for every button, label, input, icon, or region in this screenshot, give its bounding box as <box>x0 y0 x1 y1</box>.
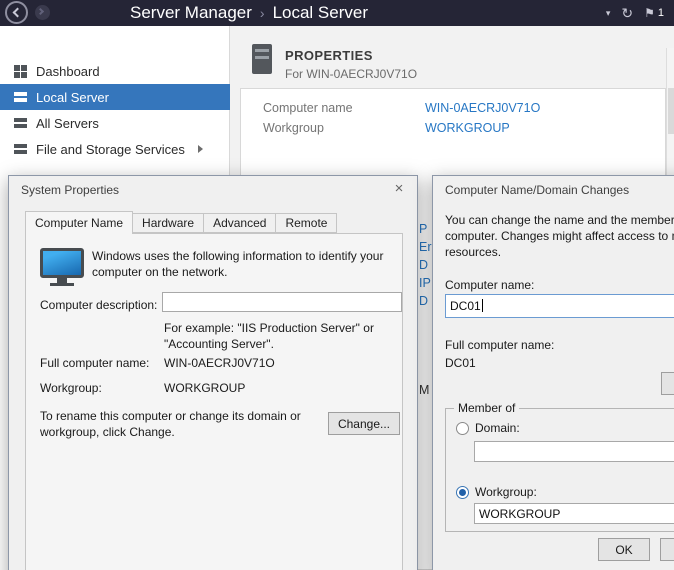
radio-selected-icon <box>456 486 469 499</box>
servers-icon <box>14 117 27 130</box>
back-button[interactable] <box>5 1 28 24</box>
full-computer-name-value: WIN-0AECRJ0V71O <box>164 356 275 370</box>
full-computer-name-label: Full computer name: <box>40 356 149 370</box>
occluded-text-fragment: Er <box>419 240 432 254</box>
radio-label: Workgroup: <box>475 485 537 499</box>
cancel-button[interactable]: Cancel <box>660 538 674 561</box>
property-label: Workgroup <box>263 121 324 135</box>
intro-text: You can change the name and the membersh… <box>445 212 674 261</box>
sidebar-item-dashboard[interactable]: Dashboard <box>0 58 230 84</box>
scrollbar-thumb[interactable] <box>668 88 674 134</box>
occluded-text-fragment: P <box>419 222 427 236</box>
server-slot-decoration <box>255 49 269 52</box>
rename-hint-text: To rename this computer or change its do… <box>40 408 316 440</box>
input-value: DC01 <box>450 299 481 313</box>
header-actions: ▾ ↻ ⚑1 <box>606 0 664 26</box>
refresh-icon[interactable]: ↻ <box>621 5 633 22</box>
member-of-label: Member of <box>454 401 519 415</box>
monitor-screen <box>40 248 84 278</box>
system-properties-dialog: System Properties × Computer Name Hardwa… <box>8 175 418 570</box>
computer-name-input[interactable]: DC01 <box>445 294 674 318</box>
member-of-groupbox: Member of Domain: Workgroup: WORKGROUP <box>445 408 674 532</box>
notifications-flag-icon[interactable]: ⚑1 <box>644 6 664 20</box>
notification-count: 1 <box>658 7 664 19</box>
sidebar-item-all-servers[interactable]: All Servers <box>0 110 230 136</box>
sidebar-item-local-server[interactable]: Local Server <box>0 84 230 110</box>
tab-strip: Computer Name Hardware Advanced Remote <box>25 210 336 233</box>
app-title: Server Manager <box>130 3 252 22</box>
computer-description-label: Computer description: <box>40 298 157 312</box>
property-label: Computer name <box>263 101 353 115</box>
change-button[interactable]: Change... <box>328 412 400 435</box>
breadcrumb: Server Manager › Local Server <box>130 3 368 23</box>
domain-input[interactable] <box>474 441 674 462</box>
title-bar: Server Manager › Local Server ▾ ↻ ⚑1 <box>0 0 674 26</box>
intro-text: Windows uses the following information t… <box>92 248 388 280</box>
occluded-text-fragment: M <box>419 383 429 397</box>
workgroup-radio[interactable]: Workgroup: <box>456 485 537 499</box>
expand-chevron-icon <box>198 145 203 153</box>
full-computer-name-value: DC01 <box>445 356 476 370</box>
properties-tile-subtitle: For WIN-0AECRJ0V71O <box>285 67 417 81</box>
tab-advanced[interactable]: Advanced <box>203 213 276 233</box>
domain-radio[interactable]: Domain: <box>456 421 520 435</box>
forward-button[interactable] <box>35 5 50 20</box>
computer-name-label: Computer name: <box>445 278 534 292</box>
close-icon[interactable]: × <box>390 180 408 197</box>
property-row: Workgroup WORKGROUP <box>263 121 324 137</box>
sidebar-item-label: All Servers <box>36 116 99 131</box>
monitor-base <box>50 283 74 286</box>
workgroup-link[interactable]: WORKGROUP <box>425 121 510 135</box>
properties-tile-title: PROPERTIES <box>285 48 373 63</box>
more-button[interactable]: More... <box>661 372 674 395</box>
dialog-title: Computer Name/Domain Changes <box>445 183 629 197</box>
computer-name-domain-changes-dialog: Computer Name/Domain Changes You can cha… <box>432 175 674 570</box>
page-title: Local Server <box>273 3 368 22</box>
radio-label: Domain: <box>475 421 520 435</box>
example-text: For example: "IIS Production Server" or … <box>164 320 398 352</box>
workgroup-value: WORKGROUP <box>164 381 245 395</box>
tab-hardware[interactable]: Hardware <box>132 213 204 233</box>
ok-button[interactable]: OK <box>598 538 650 561</box>
chevron-left-icon <box>13 8 23 18</box>
server-manager-window: Server Manager › Local Server ▾ ↻ ⚑1 Dashb… <box>0 0 674 570</box>
occluded-text-fragment: D <box>419 258 428 272</box>
breadcrumb-separator-icon: › <box>260 5 265 21</box>
tab-remote[interactable]: Remote <box>275 213 337 233</box>
sidebar-item-label: Dashboard <box>36 64 100 79</box>
sidebar-item-label: Local Server <box>36 90 109 105</box>
dialog-title: System Properties <box>21 183 119 197</box>
chevron-right-icon <box>37 8 44 15</box>
flag-glyph: ⚑ <box>644 6 655 20</box>
tab-computer-name[interactable]: Computer Name <box>25 211 133 234</box>
workgroup-label: Workgroup: <box>40 381 102 395</box>
computer-name-link[interactable]: WIN-0AECRJ0V71O <box>425 101 540 115</box>
computer-description-input[interactable] <box>162 292 402 312</box>
sidebar-item-file-storage-services[interactable]: File and Storage Services <box>0 136 230 162</box>
radio-unselected-icon <box>456 422 469 435</box>
input-value: WORKGROUP <box>479 507 560 521</box>
workgroup-input[interactable]: WORKGROUP <box>474 503 674 524</box>
property-row: Computer name WIN-0AECRJ0V71O <box>263 101 353 117</box>
occluded-text-fragment: IP <box>419 276 431 290</box>
occluded-text-fragment: D <box>419 294 428 308</box>
sidebar-item-label: File and Storage Services <box>36 142 185 157</box>
chevron-down-icon[interactable]: ▾ <box>606 8 611 19</box>
full-computer-name-label: Full computer name: <box>445 338 554 352</box>
storage-icon <box>14 143 27 156</box>
properties-tile-icon <box>252 44 272 74</box>
text-cursor <box>482 299 483 312</box>
server-icon <box>14 91 27 104</box>
computer-name-tab-panel: Windows uses the following information t… <box>25 233 403 570</box>
dashboard-icon <box>14 65 27 78</box>
computer-monitor-icon <box>40 248 84 290</box>
